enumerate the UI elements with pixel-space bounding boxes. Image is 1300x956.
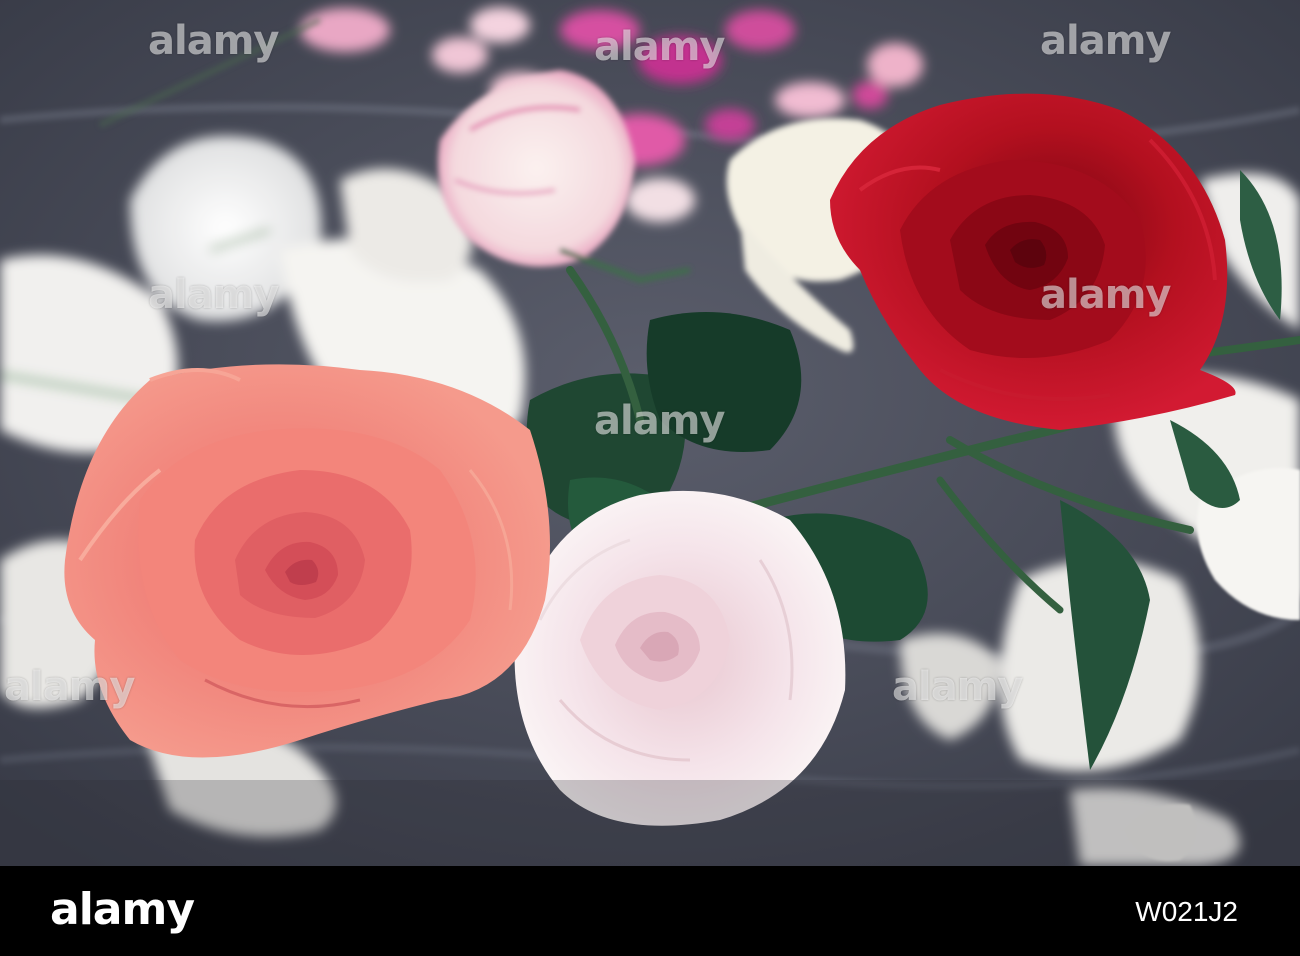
image-id: W021J2 (1135, 896, 1238, 927)
alamy-logo: alamy (50, 884, 195, 935)
footer-bar: alamy W021J2 (0, 866, 1300, 956)
photo-illustration (0, 0, 1300, 866)
rose-bouquet-photo: alamy alamy alamy alamy alamy alamy alam… (0, 0, 1300, 866)
stock-photo-frame: alamy alamy alamy alamy alamy alamy alam… (0, 0, 1300, 956)
